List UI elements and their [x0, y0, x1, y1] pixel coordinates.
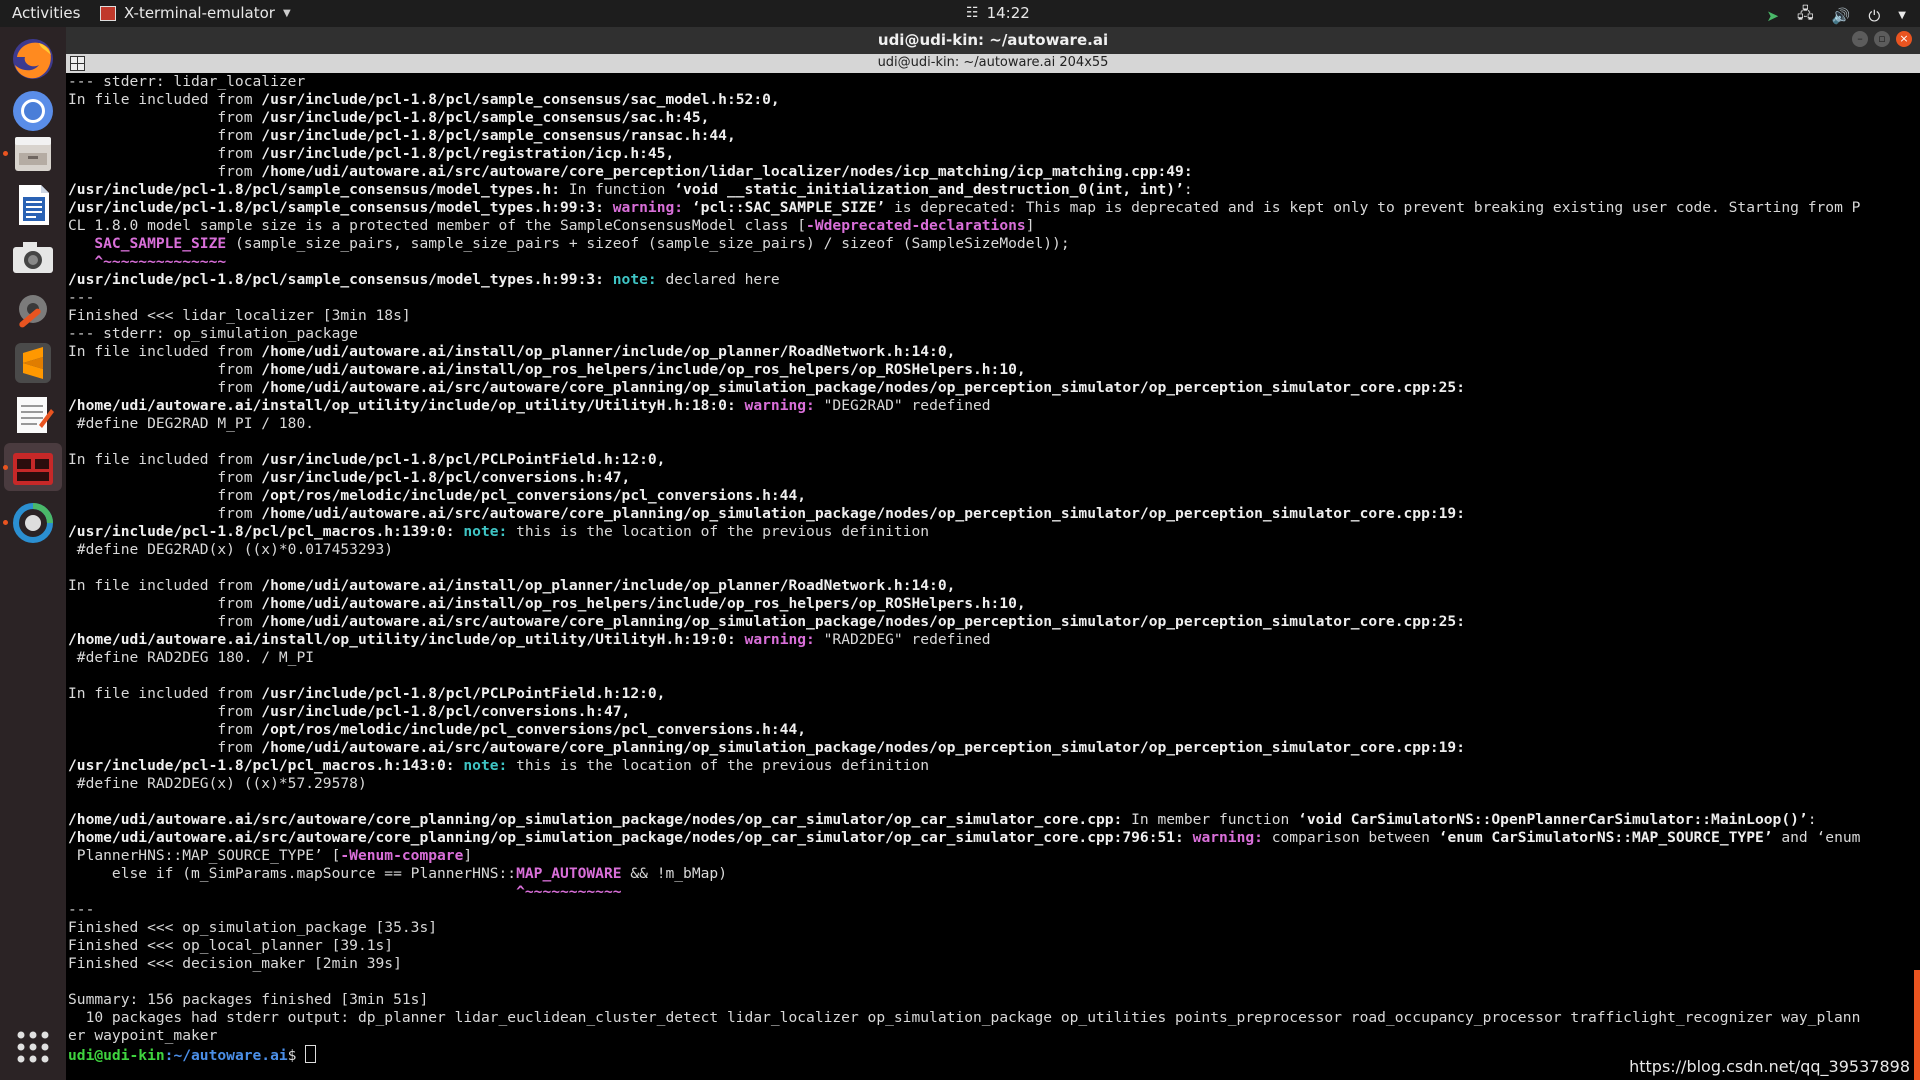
terminal-tab-title: udi@udi-kin: ~/autoware.ai 204x55 — [877, 55, 1109, 70]
terminal-line: /usr/include/pcl-1.8/pcl/sample_consensu… — [68, 271, 780, 288]
terminal-line: In file included from /usr/include/pcl-1… — [68, 451, 666, 468]
prompt-user: udi@udi-kin — [68, 1047, 165, 1063]
window-controls: – ▫ × — [1852, 31, 1912, 47]
send-icon[interactable]: ➤ — [1766, 7, 1779, 25]
terminal-line: --- stderr: op_simulation_package — [68, 325, 358, 342]
terminal-line: --- — [68, 289, 95, 306]
network-icon[interactable]: 🖧 — [1797, 3, 1814, 28]
minimize-button[interactable]: – — [1852, 31, 1868, 47]
terminal-line: In file included from /home/udi/autoware… — [68, 343, 956, 360]
text-cursor — [305, 1045, 317, 1063]
terminal-line: Finished <<< op_simulation_package [35.3… — [68, 919, 438, 936]
terminal-line: Finished <<< op_local_planner [39.1s] — [68, 937, 394, 954]
terminal-line: from /home/udi/autoware.ai/src/autoware/… — [68, 163, 1193, 180]
show-applications-icon[interactable] — [9, 1023, 57, 1071]
terminal-line: In file included from /usr/include/pcl-1… — [68, 91, 780, 108]
watermark: https://blog.csdn.net/qq_39537898 — [1629, 1057, 1910, 1076]
firefox-icon[interactable] — [9, 35, 57, 83]
terminal-line: ^~~~~~~~~~~~ — [68, 883, 622, 900]
writer-icon[interactable] — [9, 181, 57, 229]
running-indicator — [3, 520, 8, 525]
terminal-line: In file included from /usr/include/pcl-1… — [68, 685, 666, 702]
terminal-line: --- — [68, 901, 95, 918]
terminal-line: from /home/udi/autoware.ai/src/autoware/… — [68, 739, 1466, 756]
volume-icon[interactable]: 🔊 — [1832, 7, 1851, 25]
prompt-symbol: $ — [287, 1047, 306, 1063]
terminal-line: er waypoint_maker — [68, 1027, 218, 1044]
terminal-icon[interactable] — [9, 445, 57, 493]
terminal-line: #define DEG2RAD(x) ((x)*0.017453293) — [68, 541, 394, 558]
close-button[interactable]: × — [1896, 31, 1912, 47]
terminal-tabbar: udi@udi-kin: ~/autoware.ai 204x55 — [66, 54, 1920, 73]
terminal-app-icon — [100, 5, 116, 21]
chevron-down-icon: ▼ — [282, 7, 291, 19]
terminal-line: /usr/include/pcl-1.8/pcl/pcl_macros.h:14… — [68, 757, 930, 774]
power-icon[interactable]: ⏻ — [1868, 7, 1880, 25]
dock — [0, 27, 66, 1080]
maximize-button[interactable]: ▫ — [1874, 31, 1890, 47]
running-indicator — [3, 151, 8, 156]
terminal-line: from /usr/include/pcl-1.8/pcl/registrati… — [68, 145, 675, 162]
terminal-line: --- stderr: lidar_localizer — [68, 73, 306, 90]
chevron-down-icon[interactable]: ▼ — [1898, 10, 1906, 21]
clock[interactable]: ☷ 14:22 — [966, 4, 1030, 22]
software-update-icon[interactable] — [9, 499, 57, 547]
terminal-line: /home/udi/autoware.ai/install/op_utility… — [68, 631, 991, 648]
terminal-line: /usr/include/pcl-1.8/pcl/sample_consensu… — [68, 181, 1193, 198]
terminal-line: /usr/include/pcl-1.8/pcl/pcl_macros.h:13… — [68, 523, 930, 540]
terminal-line: else if (m_SimParams.mapSource == Planne… — [68, 865, 727, 882]
text-editor-icon[interactable] — [9, 391, 57, 439]
terminal-line: /usr/include/pcl-1.8/pcl/sample_consensu… — [68, 199, 1861, 216]
prompt-path: :~/autoware.ai — [164, 1047, 288, 1063]
terminal-line: ^~~~~~~~~~~~~~~ — [68, 253, 227, 270]
terminal-line: from /usr/include/pcl-1.8/pcl/conversion… — [68, 469, 631, 486]
calendar-icon: ☷ — [966, 5, 979, 21]
terminal-line: from /home/udi/autoware.ai/src/autoware/… — [68, 505, 1466, 522]
chromium-icon[interactable] — [9, 87, 57, 135]
screenshot-icon[interactable] — [9, 233, 57, 281]
window-title: udi@udi-kin: ~/autoware.ai — [877, 31, 1109, 49]
terminal-line: /home/udi/autoware.ai/src/autoware/core_… — [68, 829, 1861, 846]
files-icon[interactable] — [9, 129, 57, 177]
window-titlebar[interactable]: udi@udi-kin: ~/autoware.ai – ▫ × — [66, 27, 1920, 54]
terminal-line: from /usr/include/pcl-1.8/pcl/sample_con… — [68, 127, 736, 144]
terminal-line: /home/udi/autoware.ai/install/op_utility… — [68, 397, 991, 414]
terminal-line: Finished <<< lidar_localizer [3min 18s] — [68, 307, 411, 324]
terminal-line: from /opt/ros/melodic/include/pcl_conver… — [68, 721, 807, 738]
running-indicator — [3, 465, 8, 470]
terminal-line: Summary: 156 packages finished [3min 51s… — [68, 991, 429, 1008]
terminal-line: CL 1.8.0 model sample size is a protecte… — [68, 217, 1035, 234]
terminal-line: from /home/udi/autoware.ai/src/autoware/… — [68, 613, 1466, 630]
terminal-line: #define RAD2DEG 180. / M_PI — [68, 649, 315, 666]
terminal-line: from /usr/include/pcl-1.8/pcl/sample_con… — [68, 109, 710, 126]
settings-icon[interactable] — [9, 285, 57, 333]
sublime-text-icon[interactable] — [9, 339, 57, 387]
terminal-line: 10 packages had stderr output: dp_planne… — [68, 1009, 1861, 1026]
terminal-line: #define DEG2RAD M_PI / 180. — [68, 415, 315, 432]
terminal-line: In file included from /home/udi/autoware… — [68, 577, 956, 594]
clock-label: 14:22 — [986, 4, 1030, 22]
terminal-output[interactable]: --- stderr: lidar_localizer In file inclu… — [66, 73, 1920, 1080]
terminal-line: from /home/udi/autoware.ai/src/autoware/… — [68, 379, 1466, 396]
activities-button[interactable]: Activities — [12, 4, 80, 22]
terminal-line: #define RAD2DEG(x) ((x)*57.29578) — [68, 775, 367, 792]
system-tray[interactable]: ➤ 🖧 🔊 ⏻ ▼ — [1766, 3, 1906, 28]
terminal-line: PlannerHNS::MAP_SOURCE_TYPE’ [-Wenum-com… — [68, 847, 473, 864]
terminal-line: /home/udi/autoware.ai/src/autoware/core_… — [68, 811, 1817, 828]
terminal-line: SAC_SAMPLE_SIZE (sample_size_pairs, samp… — [68, 235, 1070, 252]
terminal-line: from /home/udi/autoware.ai/install/op_ro… — [68, 361, 1026, 378]
app-menu[interactable]: X-terminal-emulator ▼ — [100, 4, 291, 22]
app-menu-label: X-terminal-emulator — [124, 4, 275, 22]
terminal-line: Finished <<< decision_maker [2min 39s] — [68, 955, 402, 972]
scroll-indicator[interactable] — [1914, 970, 1920, 1080]
terminal-line: from /home/udi/autoware.ai/install/op_ro… — [68, 595, 1026, 612]
terminal-line: from /opt/ros/melodic/include/pcl_conver… — [68, 487, 807, 504]
top-panel: Activities X-terminal-emulator ▼ ☷ 14:22… — [0, 0, 1920, 27]
terminal-line: from /usr/include/pcl-1.8/pcl/conversion… — [68, 703, 631, 720]
